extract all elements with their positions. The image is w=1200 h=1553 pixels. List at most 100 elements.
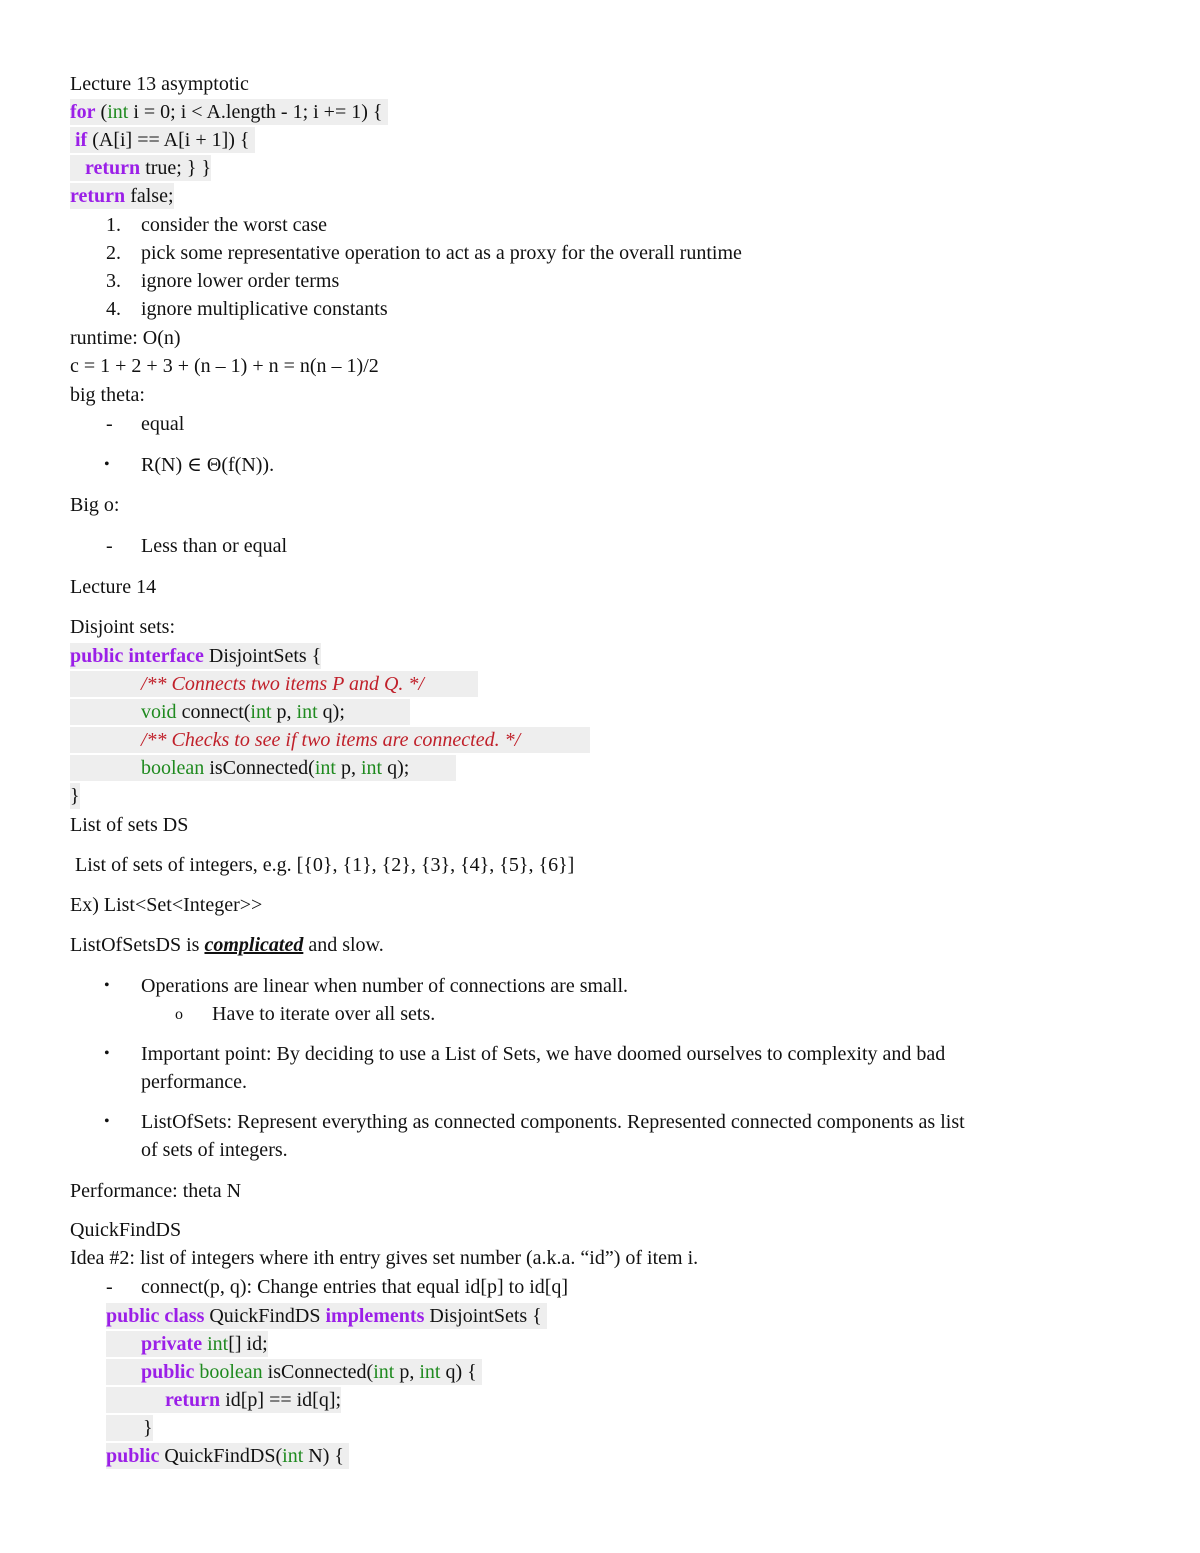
code-text: i = 0; i < A.length - 1; i += 1) {	[128, 101, 383, 123]
keyword: public	[141, 1361, 195, 1383]
keyword: class	[164, 1305, 205, 1327]
code-line-for: for (int i = 0; i < A.length - 1; i += 1…	[70, 99, 388, 125]
code-comment: /** Connects two items P and Q. */	[141, 673, 424, 695]
keyword: interface	[128, 645, 204, 667]
dash-marker: -	[106, 535, 113, 557]
dash-marker: -	[106, 1276, 113, 1298]
type-keyword: void	[141, 701, 177, 723]
code-text: p,	[271, 701, 297, 723]
step-text: ignore multiplicative constants	[141, 298, 388, 320]
bullet-text: ListOfSets: Represent everything as conn…	[141, 1111, 965, 1133]
complicated-line: ListOfSetsDS is complicated and slow.	[70, 932, 384, 958]
code-comment: /** Checks to see if two items are conne…	[141, 729, 521, 751]
bullet-text-cont: of sets of integers.	[141, 1139, 288, 1161]
code-text: p,	[335, 757, 361, 779]
method-is-connected: boolean isConnected(int p, int q);	[70, 755, 456, 781]
code-text: id[p] == id[q];	[220, 1389, 342, 1411]
disjoint-sets-heading: Disjoint sets:	[70, 616, 176, 638]
code-text: isConnected(	[262, 1361, 374, 1383]
type-keyword: int	[419, 1361, 441, 1383]
connect-description: connect(p, q): Change entries that equal…	[141, 1276, 569, 1298]
sub-bullet-marker: o	[175, 1006, 183, 1023]
keyword: return	[85, 157, 141, 179]
method-close: }	[106, 1415, 153, 1441]
step-number: 3.	[106, 270, 121, 292]
code-text: QuickFindDS	[204, 1305, 326, 1327]
step-number: 2.	[106, 242, 121, 264]
step-number: 4.	[106, 298, 121, 320]
keyword: public	[106, 1445, 160, 1467]
code-text: [] id;	[228, 1333, 268, 1355]
type-keyword: int	[282, 1445, 304, 1467]
keyword: public	[106, 1305, 160, 1327]
code-text: }	[143, 1417, 153, 1439]
lecture-13-title: Lecture 13 asymptotic	[70, 73, 249, 95]
lecture-14-title: Lecture 14	[70, 576, 157, 598]
code-text: connect(	[176, 701, 251, 723]
code-text: N) {	[303, 1445, 344, 1467]
code-text: DisjointSets {	[203, 645, 322, 667]
code-text: p,	[394, 1361, 420, 1383]
big-theta-heading: big theta:	[70, 384, 145, 406]
type-keyword: int	[314, 757, 336, 779]
method-connect: void connect(int p, int q);	[70, 699, 410, 725]
keyword: if	[75, 129, 88, 151]
step-number: 1.	[106, 214, 121, 236]
step-text: consider the worst case	[141, 214, 328, 236]
list-of-sets-heading: List of sets DS	[70, 814, 189, 836]
emphasis-text: complicated	[204, 934, 304, 956]
type-keyword: int	[373, 1361, 395, 1383]
bullet-text: Important point: By deciding to use a Li…	[141, 1043, 946, 1065]
bullet-marker: •	[104, 1113, 110, 1130]
code-text: QuickFindDS(	[159, 1445, 283, 1467]
comment-line: /** Checks to see if two items are conne…	[70, 727, 590, 753]
type-keyword: boolean	[194, 1361, 263, 1383]
code-text: DisjointSets {	[424, 1305, 542, 1327]
class-declaration: public class QuickFindDS implements Disj…	[106, 1303, 547, 1329]
code-text: true; } }	[140, 157, 212, 179]
code-text: (	[95, 101, 108, 123]
sum-formula: c = 1 + 2 + 3 + (n – 1) + n = n(n – 1)/2	[70, 355, 379, 377]
dash-marker: -	[106, 413, 113, 435]
method-is-connected: public boolean isConnected(int p, int q)…	[106, 1359, 482, 1385]
step-text: pick some representative operation to ac…	[141, 242, 742, 264]
bullet-text-cont: performance.	[141, 1071, 248, 1093]
type-keyword: int	[107, 101, 129, 123]
type-keyword: int	[202, 1333, 229, 1355]
bullet-marker: •	[104, 1045, 110, 1062]
sub-bullet-text: Have to iterate over all sets.	[212, 1003, 436, 1025]
keyword: implements	[325, 1305, 425, 1327]
bullet-text: Operations are linear when number of con…	[141, 975, 629, 997]
bullet-marker: •	[104, 456, 110, 473]
code-text: (A[i] == A[i + 1]) {	[87, 129, 250, 151]
theta-item: R(N) ∈ Θ(f(N)).	[141, 454, 275, 476]
field-declaration: private int[] id;	[106, 1331, 268, 1357]
big-o-item: Less than or equal	[141, 535, 288, 557]
constructor-declaration: public QuickFindDS(int N) {	[106, 1443, 349, 1469]
theta-item: equal	[141, 413, 185, 435]
text: ListOfSetsDS is	[70, 934, 205, 956]
return-statement: return id[p] == id[q];	[106, 1387, 342, 1413]
comment-line: /** Connects two items P and Q. */	[70, 671, 478, 697]
type-keyword: boolean	[141, 757, 205, 779]
text: and slow.	[303, 934, 384, 956]
code-text: false;	[125, 185, 174, 207]
type-keyword: int	[360, 757, 383, 779]
example-type: Ex) List<Set<Integer>>	[70, 894, 263, 916]
code-text: q) {	[440, 1361, 477, 1383]
performance-text: Performance: theta N	[70, 1180, 242, 1202]
code-text: q);	[317, 701, 345, 723]
code-line-if: if (A[i] == A[i + 1]) {	[70, 127, 255, 153]
idea-text: Idea #2: list of integers where ith entr…	[70, 1247, 699, 1269]
big-o-heading: Big o:	[70, 494, 120, 516]
keyword: public	[70, 645, 124, 667]
code-line-return-false: return false;	[70, 183, 174, 209]
type-keyword: int	[250, 701, 272, 723]
keyword: return	[165, 1389, 221, 1411]
quickfind-heading: QuickFindDS	[70, 1219, 182, 1241]
interface-close: }	[70, 783, 80, 809]
runtime-text: runtime: O(n)	[70, 327, 181, 349]
keyword: return	[70, 185, 126, 207]
code-line-return-true: return true; } }	[70, 155, 212, 181]
bullet-marker: •	[104, 977, 110, 994]
